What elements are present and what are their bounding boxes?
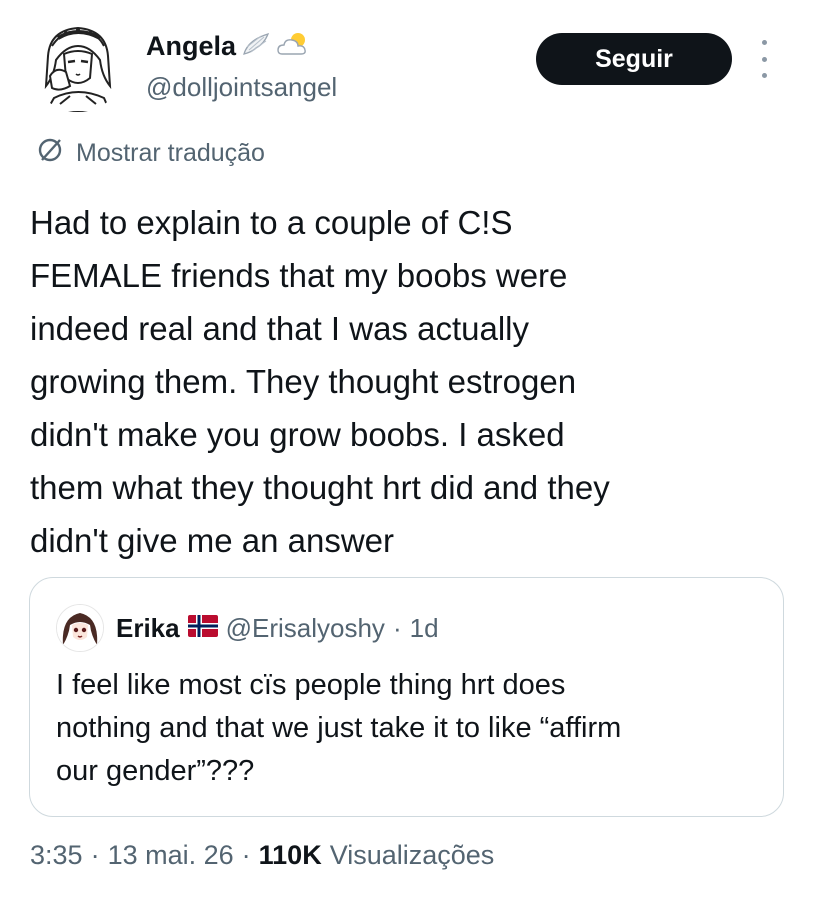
quoted-age[interactable]: 1d [410,613,439,644]
wing-emoji-icon [242,30,270,63]
views-count: 110K [258,840,322,870]
tweet-text-line: them what they thought hrt did and they [30,469,610,506]
sun-behind-cloud-emoji-icon [276,30,310,63]
follow-button[interactable]: Seguir [536,33,732,85]
more-options-icon[interactable] [754,40,774,78]
tweet-text: Had to explain to a couple of C!S FEMALE… [30,196,800,567]
norway-flag-icon [187,613,218,644]
translate-icon [36,137,66,170]
quoted-author-handle[interactable]: @Erisalyoshy [226,613,385,644]
quoted-author-avatar[interactable] [56,604,104,652]
tweet-text-line: growing them. They thought estrogen [30,363,577,400]
quoted-tweet-card[interactable]: Erika @Erisalyoshy · 1d I feel like most… [29,577,784,817]
show-translation-label: Mostrar tradução [76,139,265,167]
author-avatar[interactable] [30,16,126,112]
quoted-text-line: I feel like most cïs people thing hrt do… [56,669,566,701]
quoted-tweet-text: I feel like most cïs people thing hrt do… [56,664,771,793]
quoted-separator: · [392,612,402,643]
show-translation-link[interactable]: Mostrar tradução [36,137,265,170]
author-display-name[interactable]: Angela [146,31,236,62]
quoted-author-name[interactable]: Erika [116,613,180,644]
tweet-date[interactable]: 13 mai. 26 [108,840,234,871]
quoted-tweet-header: Erika @Erisalyoshy · 1d [56,604,439,652]
author-name-row[interactable]: Angela [146,30,310,63]
tweet-text-line: didn't make you grow boobs. I asked [30,416,565,453]
tweet-text-line: indeed real and that I was actually [30,310,529,347]
views-label: Visualizações [329,840,495,870]
tweet-text-line: FEMALE friends that my boobs were [30,257,568,294]
meta-separator: · [90,840,100,870]
quoted-text-line: our gender”??? [56,755,255,787]
tweet-meta: 3:35 · 13 mai. 26 · 110K Visualizações [30,840,494,871]
tweet-text-line: didn't give me an answer [30,522,394,559]
meta-separator: · [241,840,251,870]
quoted-text-line: nothing and that we just take it to like… [56,712,622,744]
tweet-text-line: Had to explain to a couple of C!S [30,204,513,241]
author-handle[interactable]: @dolljointsangel [146,72,337,103]
tweet-time[interactable]: 3:35 [30,840,83,871]
